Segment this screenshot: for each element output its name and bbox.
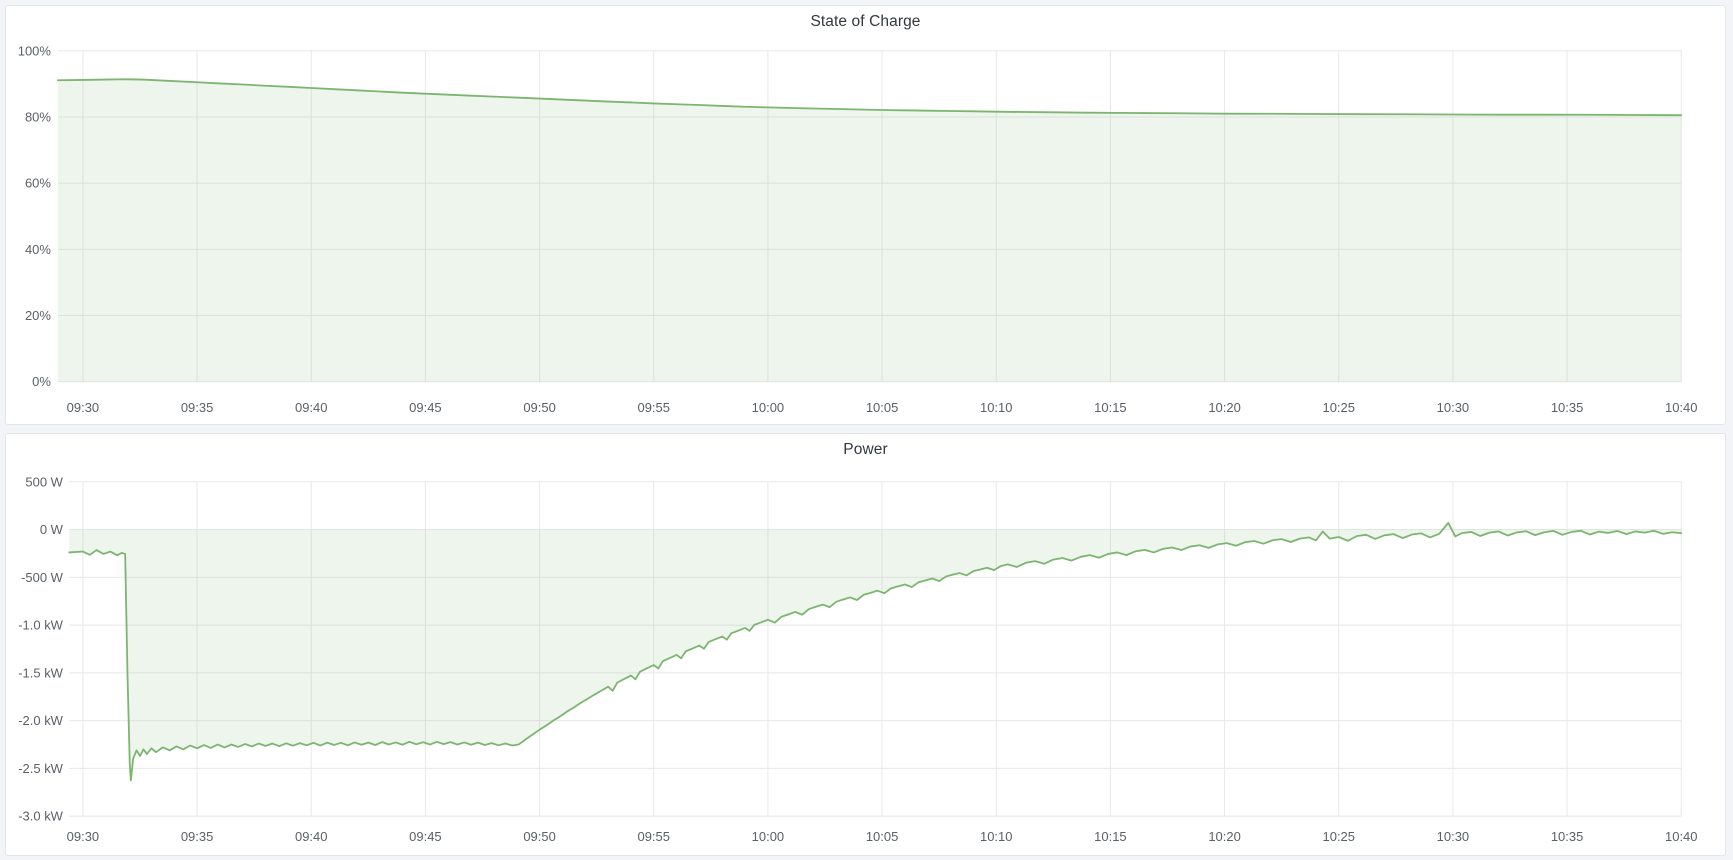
x-axis-tick-label: 09:55 (638, 400, 670, 415)
x-axis-tick-label: 10:25 (1323, 829, 1355, 844)
x-axis-tick-label: 09:55 (638, 829, 670, 844)
x-axis-tick-label: 10:35 (1551, 400, 1583, 415)
y-axis-tick-label: 60% (25, 176, 51, 191)
power-panel-title[interactable]: Power (6, 441, 1725, 459)
x-axis-tick-label: 09:35 (181, 400, 213, 415)
y-axis-tick-label: 0% (32, 374, 51, 389)
x-axis-tick-label: 10:40 (1665, 829, 1697, 844)
x-axis-tick-label: 10:40 (1665, 400, 1697, 415)
y-axis-tick-label: 500 W (25, 474, 63, 489)
x-axis-tick-label: 10:10 (980, 829, 1012, 844)
x-axis-tick-label: 10:20 (1208, 829, 1240, 844)
y-axis-tick-label: 40% (25, 242, 51, 257)
power-panel: 09:30 09:35 09:40 09:45 09:50 09:55 10:00 10:05… (5, 433, 1726, 856)
y-axis-tick-label: 80% (25, 109, 51, 124)
state-of-charge-panel: 09:30 09:35 09:40 09:45 09:50 09:55 10:00 10:05… (5, 5, 1726, 425)
x-axis-tick-label: 10:30 (1437, 829, 1469, 844)
x-axis-tick-label: 09:50 (523, 400, 555, 415)
x-axis-tick-label: 10:35 (1551, 829, 1583, 844)
x-axis-tick-label: 10:15 (1094, 829, 1126, 844)
y-axis-tick-label: 100% (18, 43, 52, 58)
y-axis-tick-label: 20% (25, 308, 51, 323)
x-axis-tick-label: 09:45 (409, 400, 441, 415)
state-of-charge-chart[interactable]: 09:30 09:35 09:40 09:45 09:50 09:55 10:00 10:05… (6, 6, 1725, 424)
y-axis-tick-label: -1.5 kW (18, 665, 63, 680)
y-axis-tick-label: -3.0 kW (18, 809, 63, 824)
x-axis-tick-label: 10:10 (980, 400, 1012, 415)
series-area-fill (69, 523, 1681, 780)
y-axis-tick-label: -2.0 kW (18, 713, 63, 728)
power-chart[interactable]: 09:30 09:35 09:40 09:45 09:50 09:55 10:00 10:05… (6, 434, 1725, 855)
x-axis-tick-label: 09:30 (67, 829, 99, 844)
x-axis-tick-label: 10:00 (752, 400, 784, 415)
x-axis-tick-label: 10:15 (1094, 400, 1126, 415)
x-axis-tick-label: 10:05 (866, 829, 898, 844)
x-axis-tick-label: 09:40 (295, 829, 327, 844)
x-axis-tick-label: 09:50 (523, 829, 555, 844)
state-of-charge-panel-title[interactable]: State of Charge (6, 13, 1725, 31)
x-axis-tick-label: 10:30 (1437, 400, 1469, 415)
x-axis-tick-label: 09:30 (67, 400, 99, 415)
x-axis-tick-label: 09:40 (295, 400, 327, 415)
x-axis-tick-label: 10:25 (1323, 400, 1355, 415)
x-axis-tick-label: 10:05 (866, 400, 898, 415)
grafana-dashboard: { "page": { "background": "#f3f4f8", "pa… (0, 0, 1733, 860)
y-axis-tick-label: -500 W (21, 570, 64, 585)
y-axis-tick-label: -2.5 kW (18, 761, 63, 776)
y-axis-tick-label: -1.0 kW (18, 618, 63, 633)
x-axis-tick-label: 10:20 (1208, 400, 1240, 415)
series-area-fill (58, 79, 1681, 381)
x-axis-tick-label: 09:35 (181, 829, 213, 844)
x-axis-tick-label: 09:45 (409, 829, 441, 844)
x-axis-tick-label: 10:00 (752, 829, 784, 844)
y-axis-tick-label: 0 W (40, 522, 64, 537)
